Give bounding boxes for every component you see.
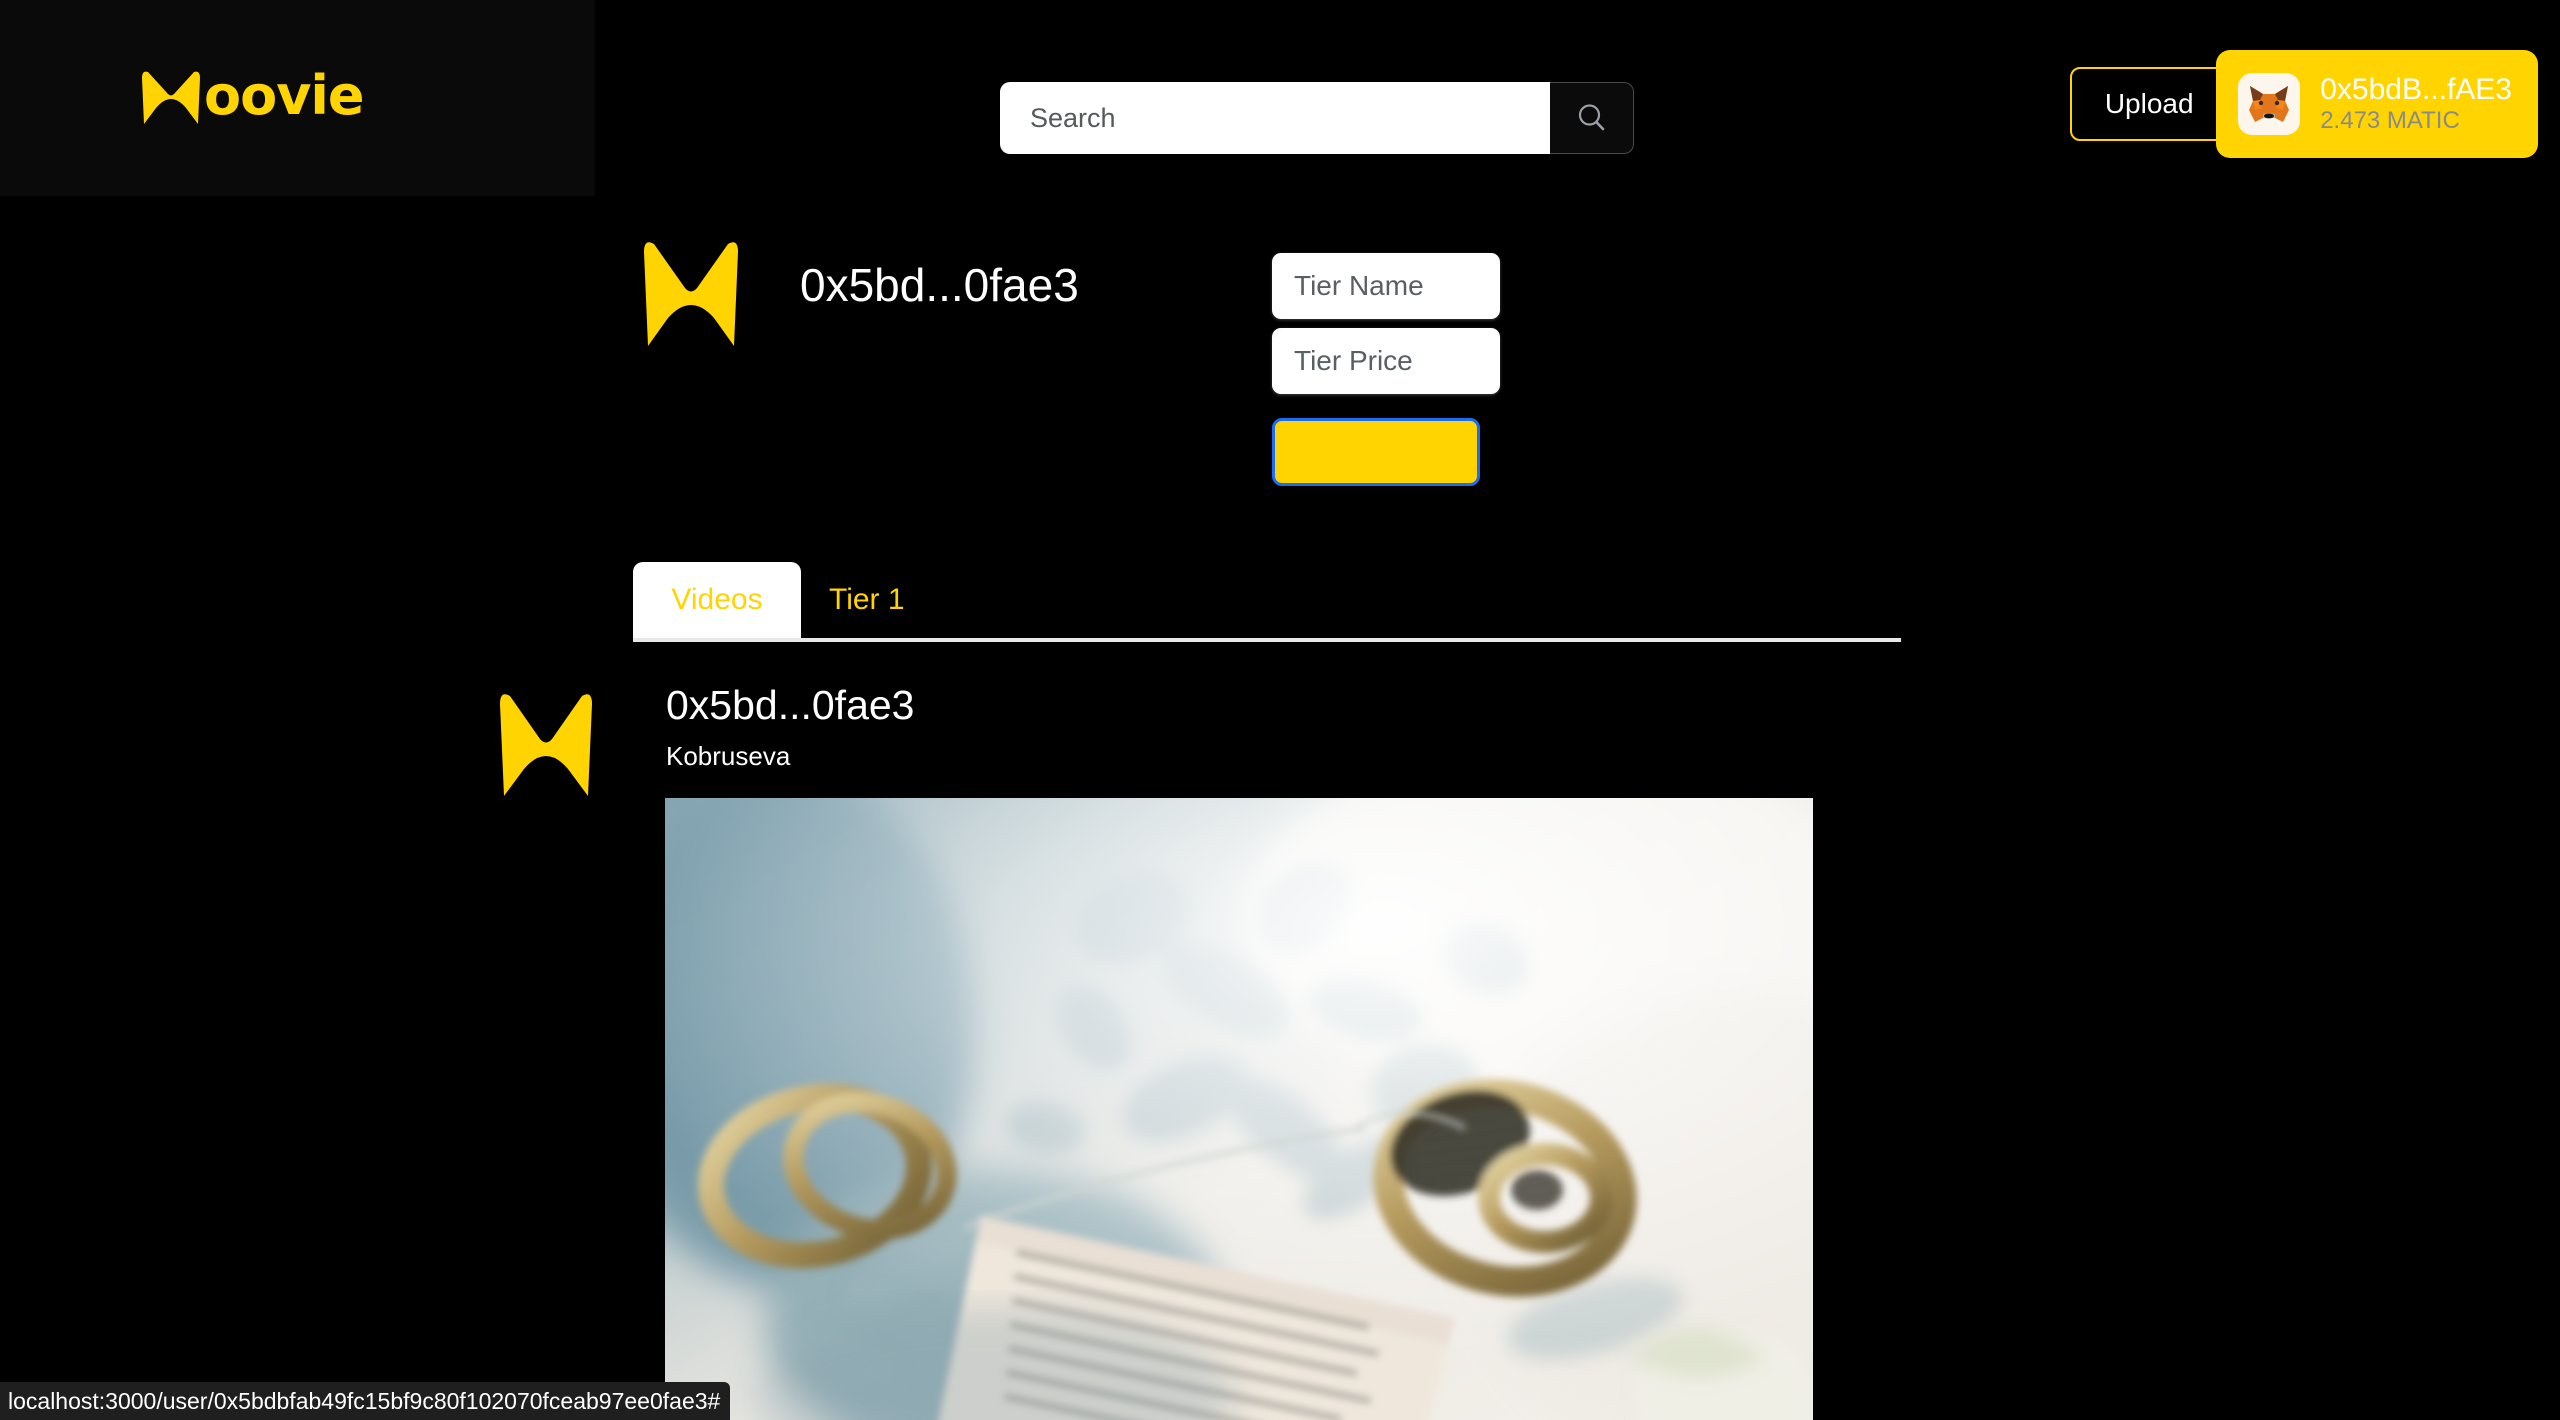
profile-address: 0x5bd...0fae3	[800, 259, 1079, 311]
video-list-item[interactable]: 0x5bd...0fae3 Kobruseva	[498, 680, 1818, 1420]
header-actions: Upload 0x5bdB...fAE3 2.473 MATIC	[2070, 50, 2538, 158]
moovie-m-avatar-icon	[644, 242, 738, 346]
wallet-balance: 2.473 MATIC	[2320, 107, 2460, 135]
video-header: 0x5bd...0fae3 Kobruseva	[498, 680, 1818, 796]
wallet-address: 0x5bdB...fAE3	[2320, 73, 2512, 107]
wallet-details: 0x5bdB...fAE3 2.473 MATIC	[2320, 73, 2512, 134]
search-bar[interactable]	[1000, 82, 1634, 154]
video-thumbnail[interactable]	[665, 798, 1813, 1420]
create-tier-form	[1272, 253, 1500, 486]
search-button[interactable]	[1550, 82, 1634, 154]
tier-price-input[interactable]	[1272, 328, 1500, 394]
profile-header: 0x5bd...0fae3	[640, 236, 1079, 346]
wallet-chip[interactable]: 0x5bdB...fAE3 2.473 MATIC	[2216, 50, 2538, 158]
moovie-m-logo-icon	[142, 71, 200, 124]
browser-status-bar: localhost:3000/user/0x5bdbfab49fc15bf9c8…	[0, 1382, 731, 1420]
metamask-fox-icon	[2238, 73, 2301, 135]
profile-tabs: Videos Tier 1	[633, 562, 1901, 642]
video-meta: 0x5bd...0fae3 Kobruseva	[666, 682, 914, 772]
search-input[interactable]	[1000, 82, 1550, 154]
moovie-m-avatar-icon	[500, 694, 592, 796]
tab-tier-1[interactable]: Tier 1	[801, 562, 933, 638]
video-title: 0x5bd...0fae3	[666, 682, 915, 728]
upload-button[interactable]: Upload	[2070, 67, 2229, 141]
video-channel: Kobruseva	[666, 741, 791, 772]
video-thumbnail-image	[665, 798, 1813, 1420]
create-tier-button[interactable]	[1272, 418, 1480, 486]
tab-videos[interactable]: Videos	[633, 562, 801, 638]
brand-name: oovie	[204, 64, 365, 127]
search-icon	[1578, 104, 1604, 131]
tier-name-input[interactable]	[1272, 253, 1500, 319]
brand-logo[interactable]: oovie	[140, 64, 365, 127]
site-header: oovie Upload	[0, 0, 2560, 196]
